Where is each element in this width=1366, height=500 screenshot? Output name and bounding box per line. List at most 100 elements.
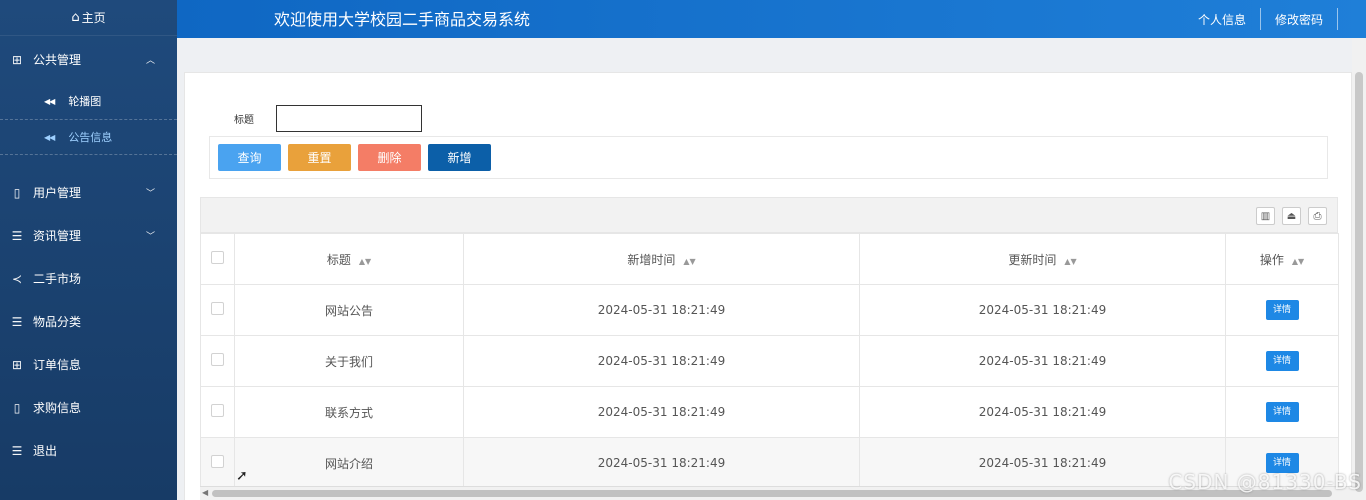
chevron-up-icon: ︿ [145,56,155,66]
cell-created: 2024-05-31 18:21:49 [463,335,860,387]
action-bar: 查询 重置 删除 新增 [209,136,1328,179]
scroll-left-icon[interactable]: ◀ [202,488,208,497]
select-all-checkbox[interactable] [211,251,224,264]
profile-link[interactable]: 个人信息 [1184,8,1260,30]
list-icon: ☰ [11,228,23,243]
sidebar-home[interactable]: ⌂ 主页 [0,0,177,36]
sidebar-item-users[interactable]: ▯ 用户管理 ﹀ [0,171,177,214]
table-header-row: 标题 ▲▼ 新增时间 ▲▼ 更新时间 ▲▼ 操作 ▲▼ [200,233,1339,285]
sidebar-item-news[interactable]: ☰ 资讯管理 ﹀ [0,214,177,257]
cell-created: 2024-05-31 18:21:49 [463,386,860,438]
list-icon: ☰ [11,443,23,458]
book-icon: ▯ [13,185,21,200]
header-links: 个人信息 修改密码 [1184,0,1338,38]
sort-icon[interactable]: ▲▼ [683,257,695,266]
sidebar-sub-notice[interactable]: ◀◀ 公告信息 [0,119,177,155]
search-label: 标题 [234,115,254,126]
column-header-created[interactable]: 新增时间 ▲▼ [463,233,860,285]
column-header-title[interactable]: 标题 ▲▼ [234,233,464,285]
add-button[interactable]: 新增 [428,144,491,171]
sidebar-group-public[interactable]: ⊞ 公共管理 ︿ [0,36,177,83]
query-button[interactable]: 查询 [218,144,281,171]
cell-actions: 详情 [1225,284,1339,336]
sidebar-item-label: 求购信息 [33,401,82,415]
grid-icon: ⊞ [11,357,23,372]
sort-icon[interactable]: ▲▼ [359,257,371,266]
column-label: 更新时间 [1008,252,1057,267]
detail-button[interactable]: 详情 [1265,351,1299,371]
row-select-cell [200,335,235,387]
data-table: 标题 ▲▼ 新增时间 ▲▼ 更新时间 ▲▼ 操作 ▲▼ 网站公告 2024-05-31 … [200,233,1339,489]
delete-button[interactable]: 删除 [358,144,421,171]
cell-updated: 2024-05-31 18:21:49 [859,386,1226,438]
table-row: 联系方式 2024-05-31 18:21:49 2024-05-31 18:2… [200,386,1339,438]
vertical-scrollbar[interactable] [1352,38,1366,500]
watermark: CSDN @81330-BS [1168,470,1362,494]
sidebar-item-wanted[interactable]: ▯ 求购信息 [0,386,177,429]
select-all-cell [200,233,235,285]
row-checkbox[interactable] [211,302,224,315]
export-icon[interactable]: ⏏ [1282,207,1301,225]
sidebar-group-label: 公共管理 [33,53,82,67]
columns-icon[interactable]: ▥ [1256,207,1275,225]
cell-actions: 详情 [1225,386,1339,438]
title-search-input[interactable] [276,105,422,132]
cell-created: 2024-05-31 18:21:49 [463,437,860,489]
double-arrow-left-icon: ◀◀ [44,96,55,106]
table-toolbar: ▥ ⏏ ⎙ [200,197,1338,233]
sidebar-item-market[interactable]: ≺ 二手市场 [0,257,177,300]
sort-icon[interactable]: ▲▼ [1292,257,1304,266]
scrollbar-thumb[interactable] [1355,72,1363,492]
row-checkbox[interactable] [211,404,224,417]
sidebar-sub-label: 轮播图 [68,95,102,108]
sidebar-home-label: 主页 [81,11,106,25]
cell-updated: 2024-05-31 18:21:49 [859,335,1226,387]
search-row: 标题 [234,105,422,132]
sidebar-item-label: 用户管理 [33,186,82,200]
chevron-down-icon: ﹀ [145,232,155,242]
cell-title: 网站介绍 [234,437,464,489]
cell-updated: 2024-05-31 18:21:49 [859,284,1226,336]
book-icon: ▯ [13,400,21,415]
cell-created: 2024-05-31 18:21:49 [463,284,860,336]
change-password-link[interactable]: 修改密码 [1259,8,1337,30]
page-title: 欢迎使用大学校园二手商品交易系统 [274,10,531,29]
sidebar-item-label: 资讯管理 [33,229,82,243]
detail-button[interactable]: 详情 [1265,300,1299,320]
sidebar-item-logout[interactable]: ☰ 退出 [0,429,177,472]
sidebar-sub-carousel[interactable]: ◀◀ 轮播图 [0,83,177,119]
grid-icon: ⊞ [11,52,23,67]
scrollbar-thumb[interactable] [212,490,1332,497]
sidebar-item-category[interactable]: ☰ 物品分类 [0,300,177,343]
row-select-cell [200,284,235,336]
row-select-cell [200,437,235,489]
row-checkbox[interactable] [211,455,224,468]
sidebar-item-label: 退出 [33,444,58,458]
reset-button[interactable]: 重置 [288,144,351,171]
sidebar-item-label: 物品分类 [33,315,82,329]
column-header-updated[interactable]: 更新时间 ▲▼ [859,233,1226,285]
column-label: 标题 [326,252,351,267]
list-icon: ☰ [11,314,23,329]
print-icon[interactable]: ⎙ [1308,207,1327,225]
detail-button[interactable]: 详情 [1265,402,1299,422]
home-icon: ⌂ [71,10,80,25]
sidebar-item-orders[interactable]: ⊞ 订单信息 [0,343,177,386]
cell-actions: 详情 [1225,335,1339,387]
chevron-down-icon: ﹀ [145,189,155,199]
double-arrow-left-icon: ◀◀ [44,132,55,142]
data-table-container: ▥ ⏏ ⎙ 标题 ▲▼ 新增时间 ▲▼ 更新时间 ▲▼ 操作 ▲▼ 网站公告 2… [200,197,1339,500]
cell-title: 联系方式 [234,386,464,438]
cell-title: 关于我们 [234,335,464,387]
row-checkbox[interactable] [211,353,224,366]
mouse-cursor-icon: ➚ [236,468,248,484]
cell-title: 网站公告 [234,284,464,336]
sort-icon[interactable]: ▲▼ [1064,257,1076,266]
table-row: 关于我们 2024-05-31 18:21:49 2024-05-31 18:2… [200,335,1339,387]
table-row: 网站公告 2024-05-31 18:21:49 2024-05-31 18:2… [200,284,1339,336]
top-header: 欢迎使用大学校园二手商品交易系统 个人信息 修改密码 [177,0,1366,38]
column-header-actions[interactable]: 操作 ▲▼ [1225,233,1339,285]
share-icon: ≺ [11,271,23,286]
header-divider [1337,8,1338,30]
